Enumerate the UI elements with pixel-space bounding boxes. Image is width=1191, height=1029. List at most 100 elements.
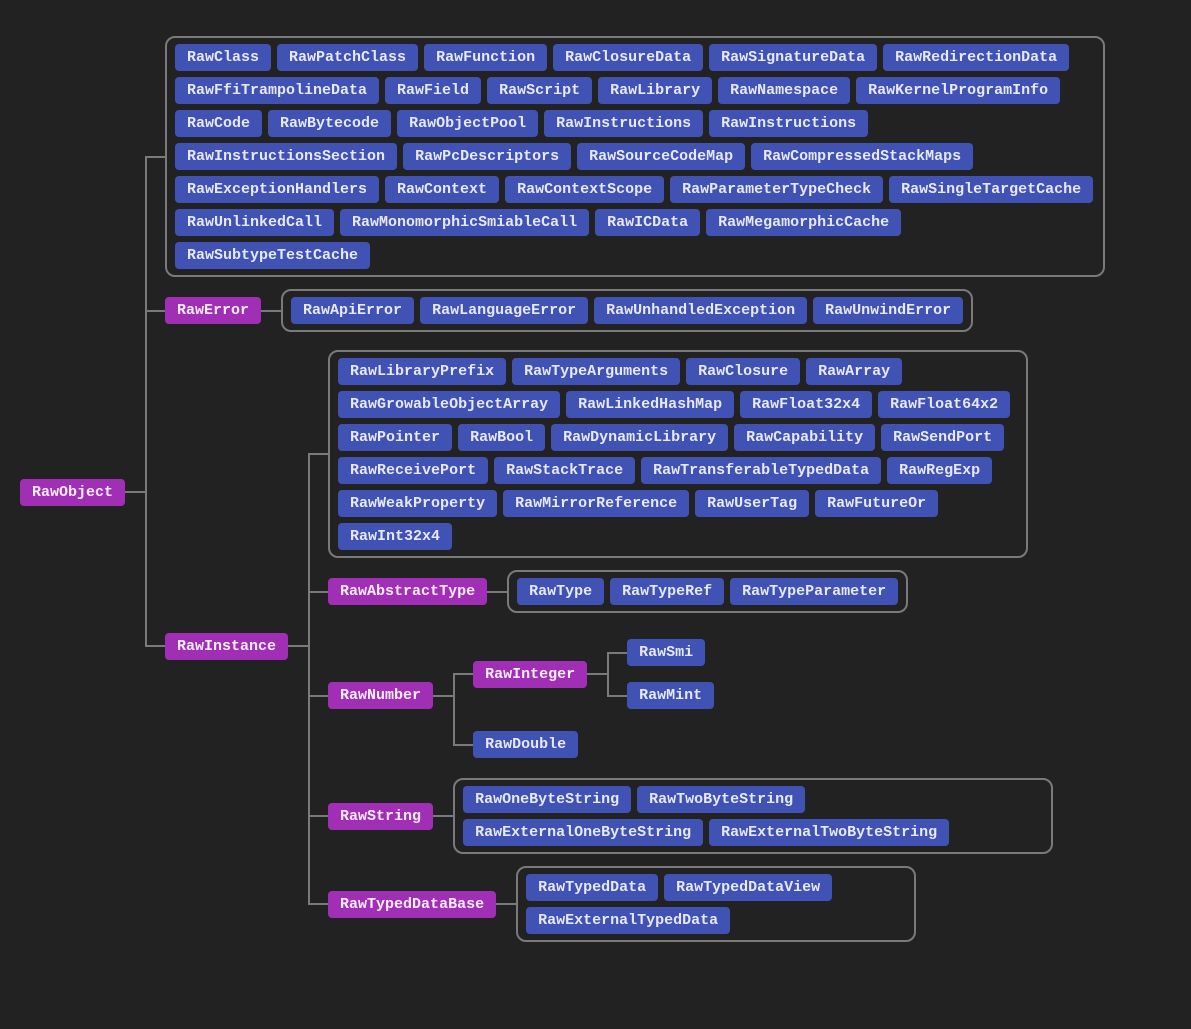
child-row: RawError RawApiErrorRawLanguageErrorRawU… — [145, 289, 1105, 332]
leaf-node: RawClosure — [686, 358, 800, 385]
leaf-node: RawRedirectionData — [883, 44, 1069, 71]
leaf-node: RawContext — [385, 176, 499, 203]
node-rawobject: RawObject — [20, 479, 125, 506]
leaf-node: RawMirrorReference — [503, 490, 689, 517]
child-row: RawNumber RawInteger RawSmi — [308, 625, 1053, 766]
child-row: RawSmi — [607, 637, 714, 668]
leaf-node: RawUnwindError — [813, 297, 963, 324]
leaf-group-object: RawClassRawPatchClassRawFunctionRawClosu… — [165, 36, 1105, 277]
leaf-node: RawSmi — [627, 639, 705, 666]
node-rawinstance: RawInstance — [165, 633, 288, 660]
leaf-node: RawCapability — [734, 424, 875, 451]
node-rawstring: RawString — [328, 803, 433, 830]
leaf-node: RawOneByteString — [463, 786, 631, 813]
leaf-node: RawICData — [595, 209, 700, 236]
leaf-node: RawDouble — [473, 731, 578, 758]
leaf-node: RawTypedData — [526, 874, 658, 901]
leaf-node: RawTypedDataView — [664, 874, 832, 901]
leaf-node: RawMegamorphicCache — [706, 209, 901, 236]
connector — [496, 903, 516, 905]
connector — [587, 673, 607, 675]
leaf-node: RawInstructions — [544, 110, 703, 137]
leaf-node: RawTypeRef — [610, 578, 724, 605]
leaf-node: RawCode — [175, 110, 262, 137]
diagram-root: RawObject RawClassRawPatchClassRawFuncti… — [20, 30, 1171, 954]
leaf-node: RawParameterTypeCheck — [670, 176, 883, 203]
leaf-node: RawTypeParameter — [730, 578, 898, 605]
leaf-node: RawFutureOr — [815, 490, 938, 517]
leaf-group-typed: RawTypedDataRawTypedDataView RawExternalT… — [516, 866, 916, 942]
child-row: RawInstance RawLibraryPrefixRawTypeArgum… — [145, 344, 1105, 948]
leaf-node: RawFfiTrampolineData — [175, 77, 379, 104]
leaf-node: RawInt32x4 — [338, 523, 452, 550]
leaf-group-abstracttype: RawTypeRawTypeRefRawTypeParameter — [507, 570, 908, 613]
leaf-node: RawExceptionHandlers — [175, 176, 379, 203]
leaf-node: RawExternalTypedData — [526, 907, 730, 934]
leaf-node: RawRegExp — [887, 457, 992, 484]
connector — [433, 815, 453, 817]
child-row: RawDouble — [453, 729, 714, 760]
node-rawerror: RawError — [165, 297, 261, 324]
rawobject-children: RawClassRawPatchClassRawFunctionRawClosu… — [145, 30, 1105, 954]
leaf-node: RawScript — [487, 77, 592, 104]
child-row: RawInteger RawSmi RawMint — [453, 631, 714, 717]
leaf-node: RawWeakProperty — [338, 490, 497, 517]
leaf-node: RawGrowableObjectArray — [338, 391, 560, 418]
child-row: RawTypedDataBase RawTypedDataRawTypedDat… — [308, 866, 1053, 942]
leaf-group-string: RawOneByteStringRawTwoByteString RawExter… — [453, 778, 1053, 854]
leaf-node: RawPointer — [338, 424, 452, 451]
leaf-node: RawApiError — [291, 297, 414, 324]
leaf-node: RawLibrary — [598, 77, 712, 104]
leaf-node: RawField — [385, 77, 481, 104]
node-rawabstracttype: RawAbstractType — [328, 578, 487, 605]
node-rawnumber: RawNumber — [328, 682, 433, 709]
leaf-node: RawCompressedStackMaps — [751, 143, 973, 170]
leaf-node: RawFloat64x2 — [878, 391, 1010, 418]
leaf-node: RawPatchClass — [277, 44, 418, 71]
leaf-node: RawClosureData — [553, 44, 703, 71]
leaf-node: RawSingleTargetCache — [889, 176, 1093, 203]
leaf-node: RawUserTag — [695, 490, 809, 517]
leaf-node: RawKernelProgramInfo — [856, 77, 1060, 104]
leaf-node: RawTwoByteString — [637, 786, 805, 813]
leaf-node: RawInstructions — [709, 110, 868, 137]
leaf-node: RawPcDescriptors — [403, 143, 571, 170]
leaf-node: RawObjectPool — [397, 110, 538, 137]
leaf-node: RawLibraryPrefix — [338, 358, 506, 385]
leaf-node: RawStackTrace — [494, 457, 635, 484]
child-row: RawString RawOneByteStringRawTwoByteStri… — [308, 778, 1053, 854]
connector — [487, 591, 507, 593]
leaf-node: RawTypeArguments — [512, 358, 680, 385]
leaf-node: RawInstructionsSection — [175, 143, 397, 170]
leaf-node: RawNamespace — [718, 77, 850, 104]
child-row: RawLibraryPrefixRawTypeArgumentsRawClosu… — [308, 350, 1053, 558]
leaf-node: RawUnhandledException — [594, 297, 807, 324]
leaf-node: RawFunction — [424, 44, 547, 71]
rawinstance-children: RawLibraryPrefixRawTypeArgumentsRawClosu… — [308, 344, 1053, 948]
leaf-node: RawExternalOneByteString — [463, 819, 703, 846]
leaf-node: RawSubtypeTestCache — [175, 242, 370, 269]
leaf-node: RawTransferableTypedData — [641, 457, 881, 484]
rawnumber-children: RawInteger RawSmi RawMint — [453, 625, 714, 766]
child-row: RawAbstractType RawTypeRawTypeRefRawType… — [308, 570, 1053, 613]
leaf-node: RawSendPort — [881, 424, 1004, 451]
leaf-group-error: RawApiErrorRawLanguageErrorRawUnhandledE… — [281, 289, 973, 332]
node-rawinteger: RawInteger — [473, 661, 587, 688]
leaf-node: RawSourceCodeMap — [577, 143, 745, 170]
leaf-node: RawSignatureData — [709, 44, 877, 71]
node-rawtypeddatabase: RawTypedDataBase — [328, 891, 496, 918]
leaf-node: RawExternalTwoByteString — [709, 819, 949, 846]
leaf-node: RawArray — [806, 358, 902, 385]
leaf-group-instance: RawLibraryPrefixRawTypeArgumentsRawClosu… — [328, 350, 1028, 558]
leaf-node: RawDynamicLibrary — [551, 424, 728, 451]
leaf-node: RawUnlinkedCall — [175, 209, 334, 236]
leaf-node: RawType — [517, 578, 604, 605]
connector — [433, 695, 453, 697]
leaf-node: RawContextScope — [505, 176, 664, 203]
leaf-node: RawReceivePort — [338, 457, 488, 484]
connector — [261, 310, 281, 312]
leaf-node: RawBytecode — [268, 110, 391, 137]
leaf-node: RawFloat32x4 — [740, 391, 872, 418]
connector — [288, 645, 308, 647]
child-row: RawClassRawPatchClassRawFunctionRawClosu… — [145, 36, 1105, 277]
